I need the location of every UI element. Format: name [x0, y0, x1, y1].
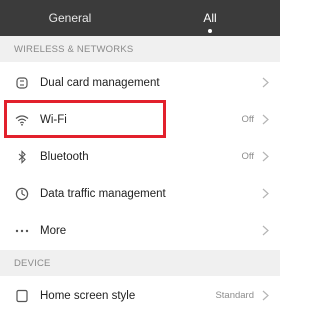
- data-traffic-label: Data traffic management: [40, 187, 166, 200]
- bluetooth-status-value: Off: [241, 151, 255, 162]
- more-label: More: [40, 224, 67, 237]
- wifi-status-value: Off: [241, 114, 255, 125]
- chevron-right-icon: [260, 187, 270, 201]
- chevron-right-icon: [260, 224, 270, 238]
- active-tab-indicator: [208, 29, 212, 33]
- home-screen-icon: [14, 288, 30, 304]
- more-dots-icon: [14, 223, 30, 239]
- settings-row-wifi[interactable]: Wi-Fi Off: [0, 101, 280, 138]
- section-header-wireless: WIRELESS & NETWORKS: [0, 36, 280, 62]
- sim-card-icon: [14, 75, 30, 91]
- tab-general[interactable]: General: [0, 0, 140, 36]
- tab-general-label: General: [48, 11, 92, 25]
- wifi-icon: [14, 112, 30, 128]
- bluetooth-icon: [14, 149, 30, 165]
- dual-card-label: Dual card management: [40, 76, 160, 89]
- section-header-wireless-label: WIRELESS & NETWORKS: [14, 43, 134, 55]
- tab-all[interactable]: All: [140, 0, 280, 36]
- bluetooth-label: Bluetooth: [40, 150, 89, 163]
- section-header-device: DEVICE: [0, 250, 280, 276]
- home-screen-value: Standard: [215, 290, 254, 301]
- chevron-right-icon: [260, 289, 270, 303]
- chevron-right-icon: [260, 113, 270, 127]
- chevron-right-icon: [260, 150, 270, 164]
- settings-row-dual-card[interactable]: Dual card management: [0, 64, 280, 101]
- top-tab-bar: General All: [0, 0, 280, 36]
- wifi-label: Wi-Fi: [40, 113, 67, 126]
- home-screen-label: Home screen style: [40, 289, 136, 302]
- settings-row-home-screen[interactable]: Home screen style Standard: [0, 277, 280, 314]
- section-header-device-label: DEVICE: [14, 257, 51, 269]
- chevron-right-icon: [260, 76, 270, 90]
- tab-all-label: All: [203, 11, 217, 25]
- settings-row-data-traffic[interactable]: Data traffic management: [0, 175, 280, 212]
- data-traffic-icon: [14, 186, 30, 202]
- settings-row-more[interactable]: More: [0, 212, 280, 249]
- settings-row-bluetooth[interactable]: Bluetooth Off: [0, 138, 280, 175]
